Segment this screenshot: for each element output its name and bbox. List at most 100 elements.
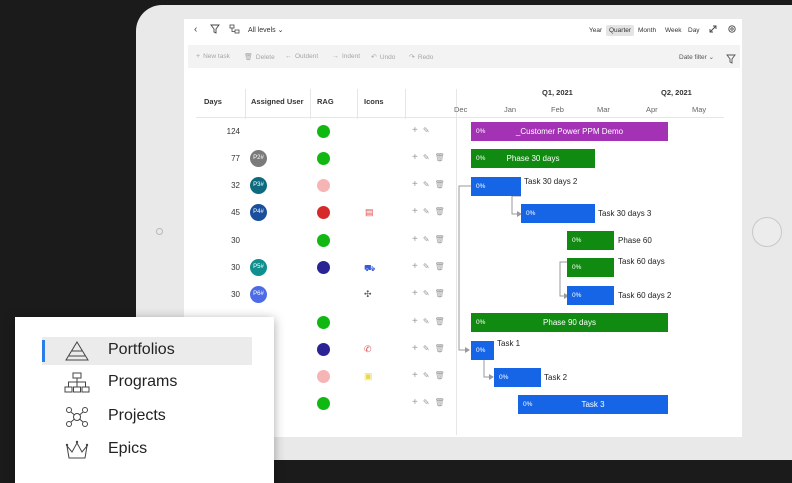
- row-actions: + ✎ 🗑: [412, 288, 450, 300]
- add-icon[interactable]: +: [412, 125, 418, 136]
- gantt-bar[interactable]: 0%: [567, 231, 614, 250]
- add-icon[interactable]: +: [412, 179, 418, 190]
- days-cell: 45: [231, 208, 240, 217]
- gantt-bar[interactable]: 0% _Customer Power PPM Demo: [471, 122, 668, 141]
- rag-status-red: [317, 206, 330, 219]
- rag-status-green: [317, 125, 330, 138]
- bar-label: _Customer Power PPM Demo: [515, 127, 624, 136]
- bar-label: Task 1: [497, 339, 521, 348]
- delete-trash-icon[interactable]: 🗑: [435, 289, 445, 298]
- row-actions: + ✎ 🗑: [412, 234, 450, 246]
- rag-status-amber: [317, 370, 330, 383]
- avatar[interactable]: P6#: [250, 286, 267, 303]
- delete-trash-icon[interactable]: 🗑: [435, 398, 445, 407]
- row-actions: + ✎ 🗑: [412, 316, 450, 328]
- gantt-bar[interactable]: 0% Phase 30 days: [471, 149, 595, 168]
- avatar[interactable]: P3#: [250, 177, 267, 194]
- row-actions: + ✎ 🗑: [412, 343, 450, 355]
- edit-pencil-icon[interactable]: ✎: [423, 262, 430, 271]
- row-actions: + ✎ 🗑: [412, 206, 450, 218]
- add-icon[interactable]: +: [412, 316, 418, 327]
- rag-status-green: [317, 316, 330, 329]
- gantt-bar[interactable]: 0% Task 3: [518, 395, 668, 414]
- bar-label: Phase 60: [618, 236, 652, 245]
- delete-trash-icon[interactable]: 🗑: [435, 207, 445, 216]
- levels-menu-label: Programs: [108, 373, 178, 390]
- days-cell: 30: [231, 236, 240, 245]
- tablet-home-button[interactable]: [752, 217, 782, 247]
- rag-status-green: [317, 234, 330, 247]
- bar-label: Task 3: [581, 400, 605, 409]
- rag-status-green: [317, 397, 330, 410]
- edit-pencil-icon[interactable]: ✎: [423, 153, 430, 162]
- delete-trash-icon[interactable]: 🗑: [435, 344, 445, 353]
- device-stage: ‹ All levels ⌄ Year Quarter Month Week D…: [0, 0, 792, 483]
- gantt-bar[interactable]: 0% Phase 90 days: [471, 313, 668, 332]
- bar-label: Task 60 days: [618, 257, 665, 266]
- delete-trash-icon[interactable]: 🗑: [435, 262, 445, 271]
- edit-pencil-icon[interactable]: ✎: [423, 398, 430, 407]
- car-icon: ⛟: [364, 263, 376, 273]
- row-actions: + ✎ 🗑: [412, 370, 450, 382]
- add-icon[interactable]: +: [412, 206, 418, 217]
- days-cell: 30: [231, 290, 240, 299]
- dependency-link: [511, 195, 521, 215]
- gantt-bar[interactable]: 0%: [471, 177, 521, 196]
- levels-menu-label: Portfolios: [108, 341, 175, 358]
- edit-pencil-icon[interactable]: ✎: [423, 126, 430, 135]
- delete-trash-icon[interactable]: 🗑: [435, 317, 445, 326]
- delete-trash-icon[interactable]: 🗑: [435, 180, 445, 189]
- bar-progress: 0%: [526, 210, 536, 217]
- add-icon[interactable]: +: [412, 288, 418, 299]
- edit-pencil-icon[interactable]: ✎: [423, 317, 430, 326]
- levels-menu-item-epics[interactable]: Epics: [42, 436, 252, 464]
- add-icon[interactable]: +: [412, 397, 418, 408]
- add-icon[interactable]: +: [412, 343, 418, 354]
- delete-trash-icon[interactable]: 🗑: [435, 235, 445, 244]
- add-icon[interactable]: +: [412, 261, 418, 272]
- dependency-link: [458, 185, 471, 351]
- avatar[interactable]: P5#: [250, 259, 267, 276]
- add-icon[interactable]: +: [412, 234, 418, 245]
- add-icon[interactable]: +: [412, 370, 418, 381]
- gantt-bar[interactable]: 0%: [471, 341, 494, 360]
- avatar[interactable]: P2#: [250, 150, 267, 167]
- edit-pencil-icon[interactable]: ✎: [423, 344, 430, 353]
- bar-label: Task 30 days 2: [524, 177, 578, 186]
- bar-progress: 0%: [572, 264, 582, 271]
- gantt-bar[interactable]: 0%: [567, 258, 614, 277]
- days-cell: 77: [231, 154, 240, 163]
- edit-pencil-icon[interactable]: ✎: [423, 207, 430, 216]
- delete-trash-icon[interactable]: 🗑: [435, 371, 445, 380]
- levels-menu-label: Projects: [108, 407, 166, 424]
- edit-pencil-icon[interactable]: ✎: [423, 180, 430, 189]
- row-actions: + ✎ 🗑: [412, 397, 450, 409]
- gantt-bar[interactable]: 0%: [567, 286, 614, 305]
- row-actions: + ✎: [412, 125, 435, 137]
- arrowhead: [465, 347, 470, 353]
- note-icon: ▣: [364, 371, 373, 381]
- edit-pencil-icon[interactable]: ✎: [423, 371, 430, 380]
- edit-pencil-icon[interactable]: ✎: [423, 289, 430, 298]
- gantt-bar[interactable]: 0%: [521, 204, 595, 223]
- pyramid-icon: [64, 340, 90, 362]
- bar-progress: 0%: [499, 374, 509, 381]
- rag-status-amber: [317, 179, 330, 192]
- days-cell: 124: [226, 127, 240, 136]
- bar-progress: 0%: [572, 237, 582, 244]
- row-actions: + ✎ 🗑: [412, 179, 450, 191]
- levels-menu-item-projects[interactable]: Projects: [42, 403, 252, 431]
- avatar[interactable]: P4#: [250, 204, 267, 221]
- delete-trash-icon[interactable]: 🗑: [435, 153, 445, 162]
- active-indicator: [42, 340, 45, 362]
- bar-label: Phase 90 days: [543, 318, 596, 327]
- network-icon: [64, 406, 90, 428]
- levels-menu-item-programs[interactable]: Programs: [42, 369, 252, 397]
- edit-pencil-icon[interactable]: ✎: [423, 235, 430, 244]
- gantt-bar[interactable]: 0%: [494, 368, 541, 387]
- bar-label: Task 2: [544, 373, 568, 382]
- hierarchy-icon: [64, 372, 90, 394]
- tablet-camera: [156, 228, 163, 235]
- add-icon[interactable]: +: [412, 152, 418, 163]
- levels-menu-item-portfolios[interactable]: Portfolios: [42, 337, 252, 365]
